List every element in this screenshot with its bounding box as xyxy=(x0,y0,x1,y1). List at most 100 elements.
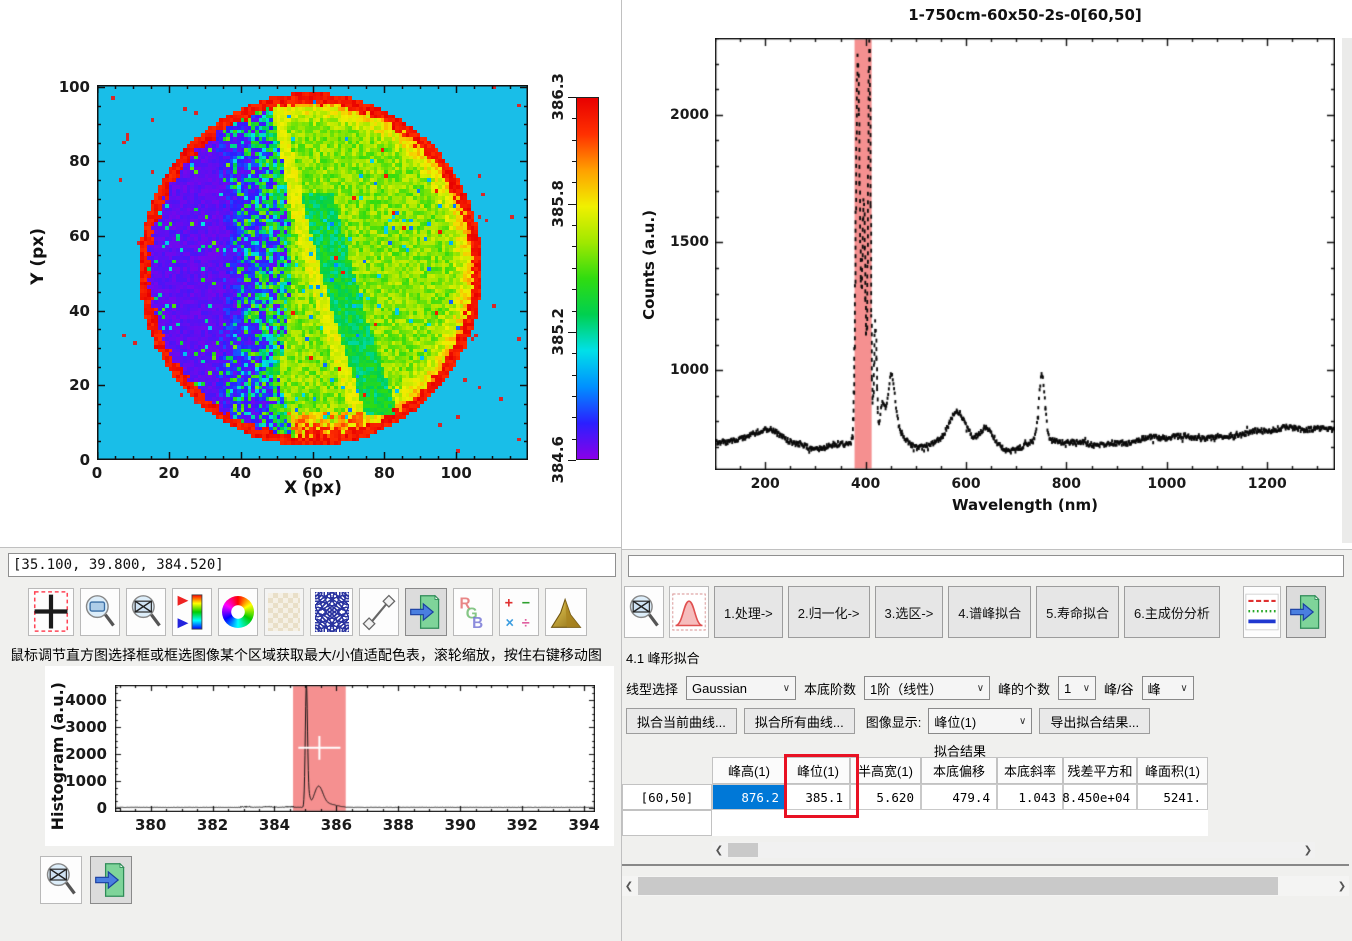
fit-current-curve-button[interactable]: 拟合当前曲线... xyxy=(626,708,737,734)
table-column-header[interactable]: 峰高(1) xyxy=(712,757,786,784)
rgb-channels-icon[interactable]: RGB xyxy=(453,588,493,636)
panel-horizontal-scrollbar[interactable]: ❮ ❯ xyxy=(622,876,1349,896)
peak-valley-label: 峰/谷 xyxy=(1104,679,1134,698)
spectrum-right-gutter xyxy=(1342,38,1352,543)
heatmap-x-tick-label: 40 xyxy=(230,464,251,482)
colorbar-tick xyxy=(572,353,576,354)
table-cell[interactable]: 8.450e+04 xyxy=(1063,784,1137,810)
scrollbar-thumb[interactable] xyxy=(728,843,758,857)
histogram-x-tick-label: 392 xyxy=(507,816,538,834)
colorbar[interactable] xyxy=(576,97,599,460)
table-column-header[interactable]: 半高宽(1) xyxy=(850,757,921,784)
curve-styles-icon[interactable] xyxy=(1243,586,1281,638)
spectrum-title: 1-750cm-60x50-2s-0[60,50] xyxy=(908,6,1142,24)
workflow-toolbar: 1.处理->2.归一化->3.选区->4.谱峰拟合5.寿命拟合6.主成份分析 xyxy=(624,586,1326,638)
table-empty-cell xyxy=(786,810,850,836)
colorbar-tick xyxy=(572,225,576,226)
fit-all-curves-button[interactable]: 拟合所有曲线... xyxy=(744,708,855,734)
histogram-y-tick-label: 1000 xyxy=(65,772,107,790)
wave-pattern-icon[interactable] xyxy=(310,588,353,636)
histogram-x-tick-label: 388 xyxy=(383,816,414,834)
zoom-reset-icon[interactable] xyxy=(40,856,82,904)
workflow-step-button-3[interactable]: 3.选区-> xyxy=(875,586,944,638)
heatmap-image[interactable] xyxy=(97,85,528,460)
peak-valley-select[interactable]: 峰 ∨ xyxy=(1142,676,1194,700)
zoom-in-icon[interactable] xyxy=(80,588,120,636)
surface-3d-icon[interactable] xyxy=(545,588,587,636)
spectrum-x-tick-label: 200 xyxy=(751,476,780,492)
histogram-plot[interactable] xyxy=(115,685,595,812)
chevron-down-icon: ∨ xyxy=(1083,683,1090,694)
workflow-step-button-4[interactable]: 4.谱峰拟合 xyxy=(948,586,1031,638)
chevron-left-icon[interactable]: ❮ xyxy=(622,881,636,892)
table-empty-cell xyxy=(712,810,786,836)
table-row-header-empty[interactable] xyxy=(622,810,712,836)
texture-icon[interactable] xyxy=(264,588,304,636)
colormap-icon[interactable] xyxy=(172,588,212,636)
baseline-order-select[interactable]: 1阶（线性） ∨ xyxy=(864,676,990,700)
export-icon[interactable] xyxy=(1286,586,1326,638)
zoom-reset-icon[interactable] xyxy=(126,588,166,636)
table-column-header[interactable]: 本底斜率 xyxy=(997,757,1063,784)
colorbar-tick xyxy=(572,140,576,141)
instruction-text: 鼠标调节直方图选择框或框选图像某个区域获取最大/小值适配色表，滚轮缩放，按住右键… xyxy=(10,645,602,665)
workflow-step-button-6[interactable]: 6.主成份分析 xyxy=(1124,586,1220,638)
scrollbar-thumb[interactable] xyxy=(638,877,1278,895)
crosshair-tool-icon[interactable] xyxy=(28,588,74,636)
table-column-header[interactable]: 峰面积(1) xyxy=(1137,757,1208,784)
export-fit-results-button[interactable]: 导出拟合结果... xyxy=(1039,708,1150,734)
table-cell[interactable]: 876.2 xyxy=(712,784,786,810)
heatmap-x-tick-label: 0 xyxy=(92,464,102,482)
colorbar-tick xyxy=(572,417,576,418)
table-cell[interactable]: 1.043 xyxy=(997,784,1063,810)
colorbar-tick xyxy=(572,289,576,290)
histogram-x-tick-label: 380 xyxy=(135,816,166,834)
table-empty-cell xyxy=(850,810,921,836)
workflow-step-button-2[interactable]: 2.归一化-> xyxy=(788,586,870,638)
line-type-select[interactable]: Gaussian ∨ xyxy=(686,676,796,700)
table-cell[interactable]: 5.620 xyxy=(850,784,921,810)
table-row-header[interactable]: [60,50] xyxy=(622,784,712,810)
spectrum-y-tick-label: 1000 xyxy=(670,362,709,378)
fit-results-table[interactable]: 峰高(1)峰位(1)半高宽(1)本底偏移本底斜率残差平方和峰面积(1) [60,5… xyxy=(622,757,1208,836)
workflow-step-button-1[interactable]: 1.处理-> xyxy=(714,586,783,638)
table-column-header[interactable]: 残差平方和 xyxy=(1063,757,1137,784)
chevron-right-icon[interactable]: ❯ xyxy=(1335,881,1349,892)
chevron-right-icon[interactable]: ❯ xyxy=(1301,845,1315,856)
colorbar-tick xyxy=(572,268,576,269)
peak-fit-icon[interactable] xyxy=(669,586,709,638)
spectrum-plot[interactable] xyxy=(715,38,1335,470)
table-column-header[interactable]: 本底偏移 xyxy=(921,757,997,784)
measure-icon[interactable] xyxy=(359,588,399,636)
workflow-step-button-5[interactable]: 5.寿命拟合 xyxy=(1036,586,1119,638)
histogram-toolbar xyxy=(40,856,132,904)
table-column-header[interactable]: 峰位(1) xyxy=(786,757,850,784)
table-cell[interactable]: 5241. xyxy=(1137,784,1208,810)
table-cell[interactable]: 479.4 xyxy=(921,784,997,810)
peak-count-select[interactable]: 1 ∨ xyxy=(1058,676,1096,700)
export-icon[interactable] xyxy=(90,856,132,904)
colorbar-tick-label: 385.8 xyxy=(549,180,567,227)
chevron-left-icon[interactable]: ❮ xyxy=(712,845,726,856)
chevron-down-icon: ∨ xyxy=(783,683,790,694)
math-operations-icon[interactable]: +−×÷ xyxy=(499,588,539,636)
spectrum-x-tick-label: 400 xyxy=(851,476,880,492)
color-wheel-icon[interactable] xyxy=(218,588,258,636)
colorbar-tick xyxy=(568,460,576,461)
image-display-select[interactable]: 峰位(1) ∨ xyxy=(928,708,1032,734)
table-horizontal-scrollbar[interactable]: ❮ ❯ xyxy=(712,842,1315,858)
table-cell[interactable]: 385.1 xyxy=(786,784,850,810)
table-empty-cell xyxy=(1137,810,1208,836)
spectrum-x-tick-label: 1200 xyxy=(1248,476,1287,492)
table-empty-cell xyxy=(921,810,997,836)
zoom-reset-icon[interactable] xyxy=(624,586,664,638)
table-empty-cell xyxy=(997,810,1063,836)
image-display-label: 图像显示: xyxy=(866,712,922,731)
heatmap-x-tick-label: 100 xyxy=(441,464,472,482)
histogram-y-tick-label: 2000 xyxy=(65,745,107,763)
export-icon[interactable] xyxy=(405,588,447,636)
histogram-x-tick-label: 390 xyxy=(445,816,476,834)
table-empty-cell xyxy=(1063,810,1137,836)
heatmap-y-tick-label: 40 xyxy=(69,302,90,320)
image-toolbar: RGB +−×÷ xyxy=(28,588,587,636)
